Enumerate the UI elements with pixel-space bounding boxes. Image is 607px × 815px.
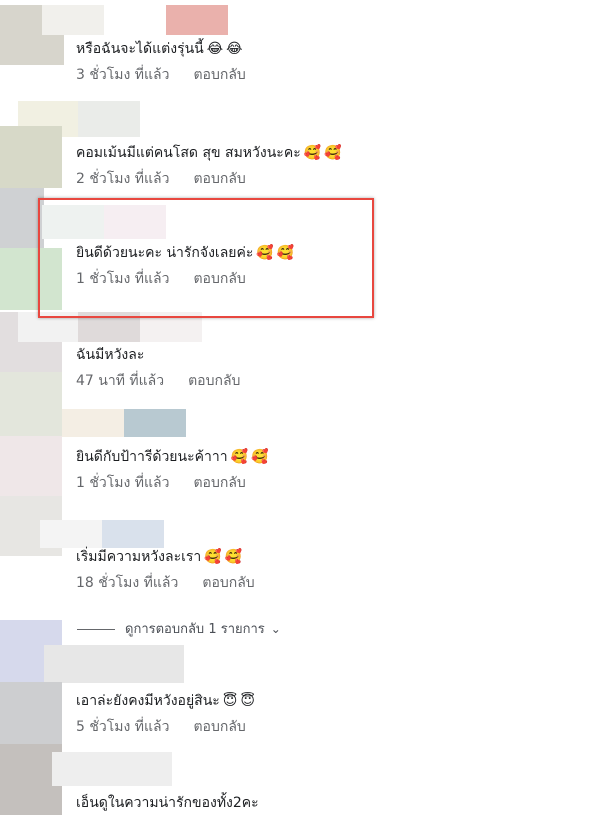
smiling-face-with-hearts-icon: 🥰 (324, 145, 342, 161)
comment-text: หรือฉันจะได้แต่งรุ่นนี้ 😂 😂 (76, 41, 243, 57)
blurred-name (166, 5, 228, 35)
smiling-face-with-halo-icon: 😇 (222, 693, 238, 709)
comment-meta: 2 ชั่วโมง ที่แล้ว ตอบกลับ (76, 170, 246, 188)
comment-text: เริ่มมีความหวังละเรา 🥰 🥰 (76, 549, 243, 565)
comment-meta: 5 ชั่วโมง ที่แล้ว ตอบกลับ (76, 718, 246, 736)
blurred-name (62, 409, 124, 437)
blurred-name (52, 752, 172, 786)
timestamp: 18 ชั่วโมง ที่แล้ว (76, 575, 179, 591)
blurred-avatar (0, 682, 62, 744)
comment-text: ฉันมีหวังละ (76, 347, 145, 363)
timestamp: 1 ชั่วโมง ที่แล้ว (76, 475, 170, 491)
blurred-name (78, 101, 140, 137)
blurred-name (42, 5, 104, 35)
comment-meta: 1 ชั่วโมง ที่แล้ว ตอบกลับ (76, 270, 246, 288)
comment-meta: 3 ชั่วโมง ที่แล้ว ตอบกลับ (76, 66, 246, 84)
comment-meta: 18 ชั่วโมง ที่แล้ว ตอบกลับ (76, 574, 255, 592)
blurred-name (124, 409, 186, 437)
comment-text: เอาล่ะยังคงมีหวังอยู่สินะ 😇 😇 (76, 693, 256, 709)
blurred-avatar (0, 372, 62, 436)
smiling-face-with-hearts-icon: 🥰 (204, 549, 222, 565)
smiling-face-with-hearts-icon: 🥰 (230, 449, 248, 465)
comment-text: คอมเม้นมีแต่คนโสด สุข สมหวังนะคะ 🥰 🥰 (76, 145, 342, 161)
laughing-face-icon: 😂 (226, 41, 243, 57)
laughing-face-icon: 😂 (206, 41, 224, 57)
blurred-name (102, 520, 164, 548)
blurred-avatar (0, 126, 62, 188)
comment-text: เอ็นดูในความน่ารักของทั้ง2คะ (76, 795, 259, 811)
reply-link[interactable]: ตอบกลับ (193, 67, 245, 83)
reply-link[interactable]: ตอบกลับ (193, 719, 245, 735)
comment-text: ยินดีกับป้าารีด้วยนะค้าาา 🥰 🥰 (76, 449, 269, 465)
comment-meta: 47 นาที ที่แล้ว ตอบกลับ (76, 372, 240, 390)
smiling-face-with-hearts-icon: 🥰 (303, 145, 322, 161)
timestamp: 3 ชั่วโมง ที่แล้ว (76, 67, 170, 83)
smiling-face-with-hearts-icon: 🥰 (251, 449, 269, 465)
chevron-down-icon: ⌄ (270, 622, 281, 636)
timestamp: 1 ชั่วโมง ที่แล้ว (76, 271, 170, 287)
blurred-name (44, 645, 184, 683)
reply-link[interactable]: ตอบกลับ (188, 373, 240, 389)
smiling-face-with-hearts-icon: 🥰 (224, 549, 243, 565)
timestamp: 5 ชั่วโมง ที่แล้ว (76, 719, 170, 735)
view-replies-label: ดูการตอบกลับ 1 รายการ (125, 622, 265, 637)
blurred-name (40, 520, 102, 548)
divider-line (77, 629, 115, 630)
reply-link[interactable]: ตอบกลับ (193, 271, 245, 287)
comment-meta: 1 ชั่วโมง ที่แล้ว ตอบกลับ (76, 474, 246, 492)
smiling-face-with-hearts-icon: 🥰 (276, 245, 295, 261)
reply-link[interactable]: ตอบกลับ (193, 171, 245, 187)
comment-text: ยินดีด้วยนะคะ น่ารักจังเลยค่ะ 🥰 🥰 (76, 245, 295, 261)
smiling-face-with-hearts-icon: 🥰 (256, 245, 274, 261)
view-replies-button[interactable]: ดูการตอบกลับ 1 รายการ ⌄ (77, 620, 281, 639)
smiling-face-with-halo-icon: 😇 (240, 693, 256, 709)
timestamp: 47 นาที ที่แล้ว (76, 373, 165, 389)
reply-link[interactable]: ตอบกลับ (193, 475, 245, 491)
timestamp: 2 ชั่วโมง ที่แล้ว (76, 171, 170, 187)
reply-link[interactable]: ตอบกลับ (202, 575, 254, 591)
blurred-avatar (0, 436, 62, 496)
